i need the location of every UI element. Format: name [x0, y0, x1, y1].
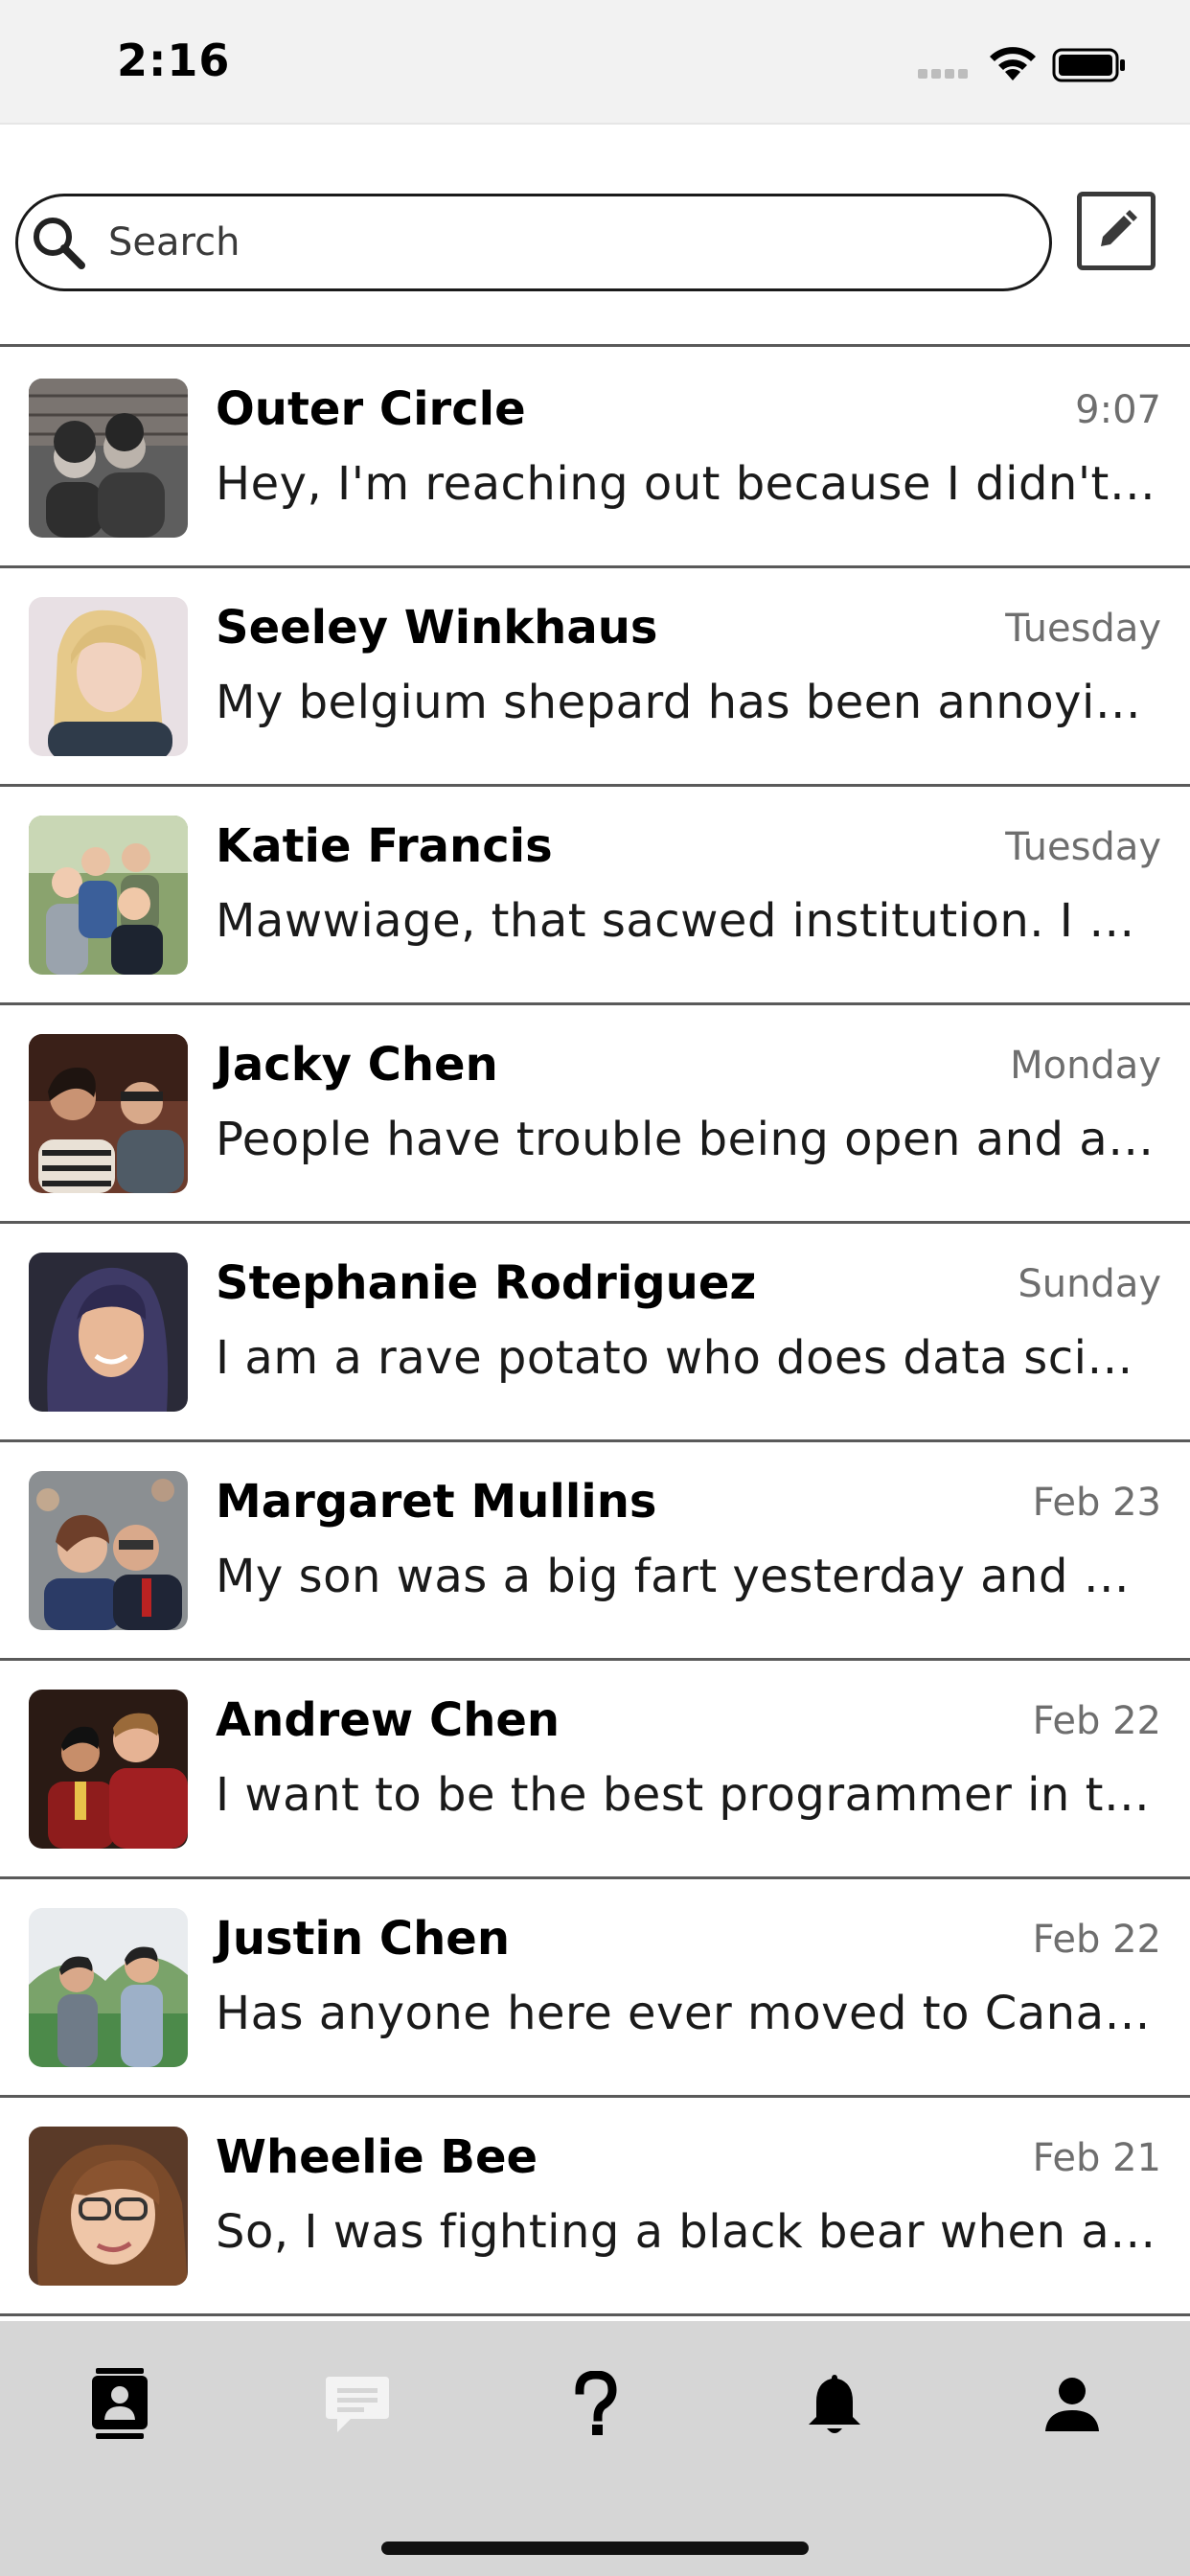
profile-icon — [1045, 2378, 1099, 2431]
contact-name: Outer Circle — [216, 382, 526, 436]
contacts-icon — [92, 2368, 148, 2439]
tab-bar — [0, 2321, 1190, 2576]
avatar — [29, 1034, 188, 1193]
question-icon — [575, 2371, 617, 2435]
cellular-signal-icon — [918, 69, 968, 79]
contact-name: Katie Francis — [216, 819, 553, 873]
message-time: Tuesday — [1005, 607, 1161, 651]
conversation-row[interactable]: Wheelie Bee Feb 21 So, I was fighting a … — [0, 2098, 1190, 2316]
compose-button[interactable] — [1077, 192, 1156, 270]
conversation-row[interactable]: Margaret Mullins Feb 23 My son was a big… — [0, 1442, 1190, 1661]
message-preview: People have trouble being open and als… — [216, 1113, 1159, 1166]
message-preview: So, I was fighting a black bear when all… — [216, 2205, 1159, 2259]
avatar — [29, 597, 188, 756]
messages-icon — [326, 2377, 389, 2432]
status-time: 2:16 — [117, 34, 231, 86]
message-preview: I am a rave potato who does data scienc… — [216, 1331, 1159, 1385]
tab-contacts[interactable] — [77, 2361, 163, 2448]
avatar — [29, 816, 188, 975]
bell-icon — [809, 2375, 860, 2433]
message-preview: Mawwiage, that sacwed institution. I wa… — [216, 894, 1159, 948]
search-bar[interactable] — [15, 194, 1052, 291]
home-indicator[interactable] — [381, 2542, 809, 2555]
avatar — [29, 379, 188, 538]
search-input[interactable] — [108, 220, 971, 264]
contact-name: Margaret Mullins — [216, 1475, 657, 1529]
avatar — [29, 1253, 188, 1412]
message-time: Feb 23 — [1032, 1481, 1161, 1525]
avatar — [29, 1471, 188, 1630]
conversation-row[interactable]: Stephanie Rodriguez Sunday I am a rave p… — [0, 1224, 1190, 1442]
message-preview: My son was a big fart yesterday and ma… — [216, 1550, 1159, 1603]
wifi-icon — [990, 47, 1036, 80]
battery-icon — [1052, 48, 1125, 82]
avatar — [29, 2127, 188, 2286]
message-time: Tuesday — [1005, 825, 1161, 869]
contact-name: Jacky Chen — [216, 1038, 498, 1092]
message-preview: Has anyone here ever moved to Canada… — [216, 1987, 1159, 2040]
message-time: Monday — [1010, 1044, 1161, 1088]
avatar — [29, 1690, 188, 1849]
status-bar: 2:16 — [0, 0, 1190, 125]
tab-messages[interactable] — [314, 2361, 400, 2448]
compose-icon — [1101, 210, 1137, 246]
message-time: Feb 22 — [1032, 1699, 1161, 1743]
contact-name: Justin Chen — [216, 1912, 511, 1966]
conversation-row[interactable]: Jacky Chen Monday People have trouble be… — [0, 1005, 1190, 1224]
message-preview: Hey, I'm reaching out because I didn't l… — [216, 457, 1159, 511]
contact-name: Stephanie Rodriguez — [216, 1256, 757, 1310]
tab-notifications[interactable] — [791, 2361, 878, 2448]
conversation-row[interactable]: Outer Circle 9:07 Hey, I'm reaching out … — [0, 350, 1190, 568]
conversation-list: Outer Circle 9:07 Hey, I'm reaching out … — [0, 350, 1190, 2316]
message-time: Feb 22 — [1032, 1918, 1161, 1962]
search-icon — [34, 218, 85, 269]
message-time: 9:07 — [1075, 388, 1161, 432]
search-header — [0, 126, 1190, 347]
message-time: Sunday — [1018, 1262, 1161, 1306]
tab-help[interactable] — [553, 2361, 639, 2448]
conversation-row[interactable]: Andrew Chen Feb 22 I want to be the best… — [0, 1661, 1190, 1879]
message-time: Feb 21 — [1032, 2136, 1161, 2180]
message-preview: I want to be the best programmer in the… — [216, 1768, 1159, 1822]
conversation-row[interactable]: Katie Francis Tuesday Mawwiage, that sac… — [0, 787, 1190, 1005]
contact-name: Andrew Chen — [216, 1693, 561, 1747]
conversation-row[interactable]: Justin Chen Feb 22 Has anyone here ever … — [0, 1879, 1190, 2098]
message-preview: My belgium shepard has been annoyin… — [216, 676, 1159, 729]
contact-name: Seeley Winkhaus — [216, 601, 658, 655]
conversation-row[interactable]: Seeley Winkhaus Tuesday My belgium shepa… — [0, 568, 1190, 787]
tab-profile[interactable] — [1029, 2361, 1115, 2448]
contact-name: Wheelie Bee — [216, 2130, 538, 2184]
avatar — [29, 1908, 188, 2067]
